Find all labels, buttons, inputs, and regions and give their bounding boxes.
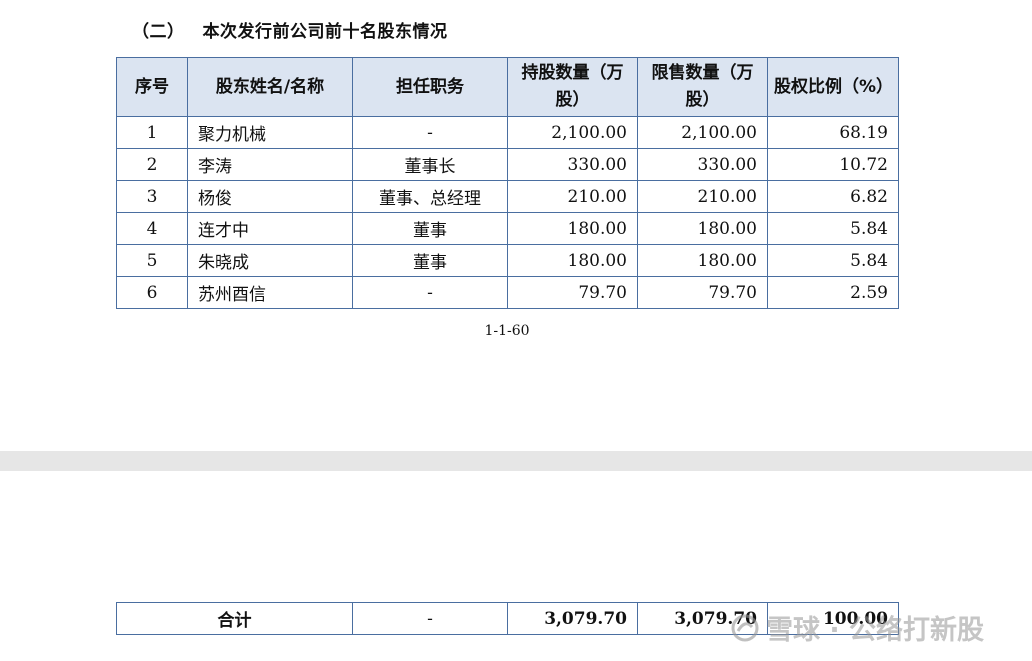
section-number: （二） xyxy=(132,22,185,42)
cell-shareholder-name: 苏州酉信 xyxy=(187,276,353,309)
total-position: - xyxy=(352,602,508,635)
total-label: 合计 xyxy=(116,602,353,635)
table-row: 5 朱晓成 董事 180.00 180.00 5.84 xyxy=(116,244,899,277)
shareholder-table: 序号 股东姓名/名称 担任职务 持股数量（万股） 限售数量（万股） 股权比例（%… xyxy=(116,57,899,309)
cell-shareholder-name: 朱晓成 xyxy=(187,244,353,277)
cell-position: 董事、总经理 xyxy=(352,180,508,213)
cell-restricted-shares: 210.00 xyxy=(637,180,768,213)
cell-index: 4 xyxy=(116,212,188,245)
table-header-row: 序号 股东姓名/名称 担任职务 持股数量（万股） 限售数量（万股） 股权比例（%… xyxy=(116,57,899,117)
total-table: 合计 - 3,079.70 3,079.70 100.00 xyxy=(116,602,899,635)
cell-position: 董事 xyxy=(352,212,508,245)
cell-shares-held: 330.00 xyxy=(507,148,638,181)
cell-index: 1 xyxy=(116,116,188,149)
header-index: 序号 xyxy=(116,57,188,117)
table-row: 4 连才中 董事 180.00 180.00 5.84 xyxy=(116,212,899,245)
cell-restricted-shares: 330.00 xyxy=(637,148,768,181)
header-equity-ratio: 股权比例（%） xyxy=(767,57,899,117)
page-separator xyxy=(0,451,1032,471)
total-shares-held: 3,079.70 xyxy=(507,602,638,635)
cell-restricted-shares: 180.00 xyxy=(637,212,768,245)
cell-shares-held: 180.00 xyxy=(507,244,638,277)
cell-shareholder-name: 杨俊 xyxy=(187,180,353,213)
total-row: 合计 - 3,079.70 3,079.70 100.00 xyxy=(116,602,899,635)
cell-shares-held: 2,100.00 xyxy=(507,116,638,149)
cell-equity-ratio: 10.72 xyxy=(767,148,899,181)
cell-position: 董事 xyxy=(352,244,508,277)
cell-index: 3 xyxy=(116,180,188,213)
cell-equity-ratio: 6.82 xyxy=(767,180,899,213)
cell-position: - xyxy=(352,276,508,309)
cell-equity-ratio: 2.59 xyxy=(767,276,899,309)
cell-restricted-shares: 79.70 xyxy=(637,276,768,309)
page-number: 1-1-60 xyxy=(484,323,530,339)
cell-index: 6 xyxy=(116,276,188,309)
table-row: 1 聚力机械 - 2,100.00 2,100.00 68.19 xyxy=(116,116,899,149)
header-shares-held: 持股数量（万股） xyxy=(507,57,638,117)
cell-shareholder-name: 李涛 xyxy=(187,148,353,181)
cell-shareholder-name: 连才中 xyxy=(187,212,353,245)
cell-index: 5 xyxy=(116,244,188,277)
cell-index: 2 xyxy=(116,148,188,181)
cell-shares-held: 180.00 xyxy=(507,212,638,245)
cell-position: 董事长 xyxy=(352,148,508,181)
cell-shares-held: 79.70 xyxy=(507,276,638,309)
table-row: 3 杨俊 董事、总经理 210.00 210.00 6.82 xyxy=(116,180,899,213)
table-row: 6 苏州酉信 - 79.70 79.70 2.59 xyxy=(116,276,899,309)
table-row: 2 李涛 董事长 330.00 330.00 10.72 xyxy=(116,148,899,181)
section-heading: 本次发行前公司前十名股东情况 xyxy=(202,22,448,42)
cell-restricted-shares: 180.00 xyxy=(637,244,768,277)
cell-position: - xyxy=(352,116,508,149)
cell-equity-ratio: 5.84 xyxy=(767,244,899,277)
header-position: 担任职务 xyxy=(352,57,508,117)
header-shareholder-name: 股东姓名/名称 xyxy=(187,57,353,117)
cell-shareholder-name: 聚力机械 xyxy=(187,116,353,149)
header-restricted-shares: 限售数量（万股） xyxy=(637,57,768,117)
total-restricted-shares: 3,079.70 xyxy=(637,602,768,635)
total-equity-ratio: 100.00 xyxy=(767,602,899,635)
cell-restricted-shares: 2,100.00 xyxy=(637,116,768,149)
cell-equity-ratio: 5.84 xyxy=(767,212,899,245)
cell-shares-held: 210.00 xyxy=(507,180,638,213)
section-title: （二） 本次发行前公司前十名股东情况 xyxy=(132,17,448,42)
cell-equity-ratio: 68.19 xyxy=(767,116,899,149)
